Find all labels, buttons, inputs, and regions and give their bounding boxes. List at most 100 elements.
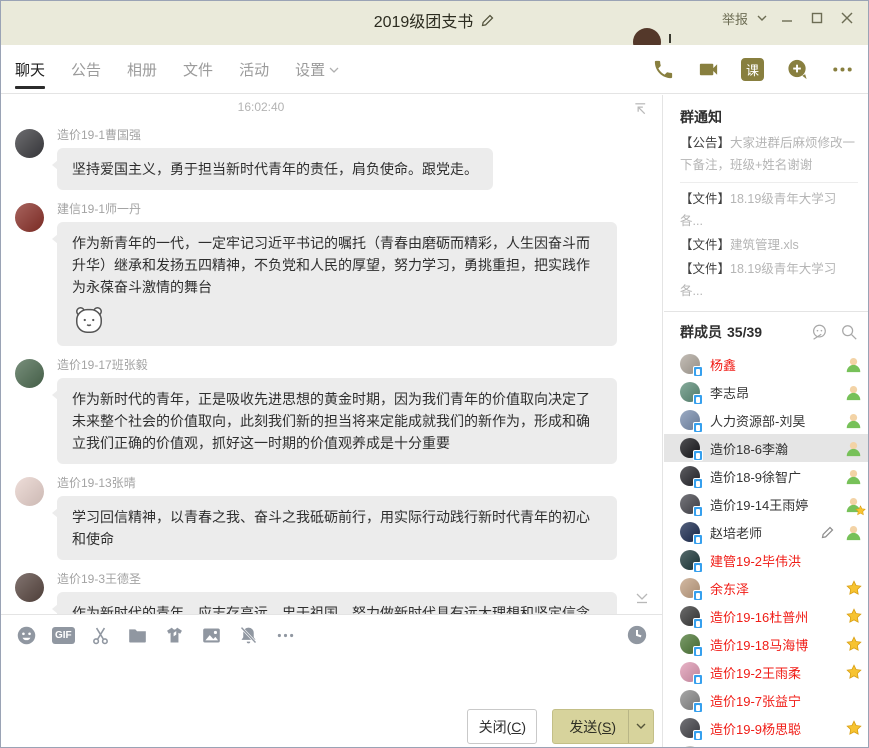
member-name: 造价18-9徐智广 xyxy=(710,467,801,486)
message-input[interactable] xyxy=(1,657,662,712)
bear-sticker xyxy=(72,304,602,336)
more-actions-icon[interactable] xyxy=(830,57,854,81)
member-name: 余东泽 xyxy=(710,579,749,598)
members-count: 35/39 xyxy=(727,324,762,340)
member-row[interactable]: 余东泽 xyxy=(664,574,869,602)
gif-icon[interactable]: GIF xyxy=(52,627,75,644)
member-name: 人力资源部-刘昊 xyxy=(710,411,805,430)
member-row[interactable]: 建管19-2毕伟洪 xyxy=(664,546,869,574)
tabbar: 聊天 公告 相册 文件 活动 设置 课 xyxy=(1,45,868,94)
member-row[interactable]: 人力资源部-刘昊 xyxy=(664,406,869,434)
tab-chat[interactable]: 聊天 xyxy=(15,45,45,93)
member-row[interactable]: 造价19-16杜普州 xyxy=(664,602,869,630)
minimize-button[interactable] xyxy=(774,7,800,29)
member-name: 造价18-6李瀚 xyxy=(710,439,788,458)
image-icon[interactable] xyxy=(201,624,223,646)
chat-message-area[interactable]: 16:02:40 造价19-1曹国强 坚持爱国主义，勇于担当新时代青年的责任，肩… xyxy=(1,95,663,614)
sender-avatar[interactable] xyxy=(15,359,44,388)
member-name: 造价19-18马海博 xyxy=(710,635,808,654)
mobile-online-badge-icon xyxy=(693,590,703,601)
online-person-icon xyxy=(845,440,862,457)
close-button[interactable]: 关闭(C) xyxy=(467,709,537,744)
sender-avatar[interactable] xyxy=(15,129,44,158)
mute-bell-icon[interactable] xyxy=(238,624,260,646)
tab-album[interactable]: 相册 xyxy=(127,45,157,93)
member-row[interactable]: 赵培老师 xyxy=(664,518,869,546)
message-history-icon[interactable] xyxy=(626,624,648,646)
member-avatar xyxy=(680,354,700,374)
chat-message: 造价19-13张晴 学习回信精神，以青春之我、奋斗之我砥砺前行，用实际行动践行新… xyxy=(15,474,662,560)
star-icon xyxy=(846,580,862,596)
star-icon xyxy=(846,608,862,624)
mobile-online-badge-icon xyxy=(693,562,703,573)
scroll-to-top-icon[interactable] xyxy=(633,101,648,116)
report-chevron-icon[interactable] xyxy=(754,7,770,29)
anonymous-chat-icon[interactable] xyxy=(810,323,828,341)
group-notice-title: 群通知 xyxy=(664,95,869,131)
notice-item[interactable]: 【公告】大家进群后麻烦修改一下备注，班级+姓名谢谢 xyxy=(680,131,858,183)
sender-avatar[interactable] xyxy=(15,573,44,602)
member-avatar xyxy=(680,550,700,570)
online-person-icon xyxy=(845,496,862,513)
tab-announcements[interactable]: 公告 xyxy=(71,45,101,93)
sender-name[interactable]: 造价19-13张晴 xyxy=(57,474,617,491)
tab-settings[interactable]: 设置 xyxy=(295,45,339,93)
sender-avatar[interactable] xyxy=(15,203,44,232)
member-row[interactable]: 李志昂 xyxy=(664,378,869,406)
tab-files[interactable]: 文件 xyxy=(183,45,213,93)
more-tools-icon[interactable] xyxy=(275,624,297,646)
mobile-online-badge-icon xyxy=(693,394,703,405)
member-row[interactable]: 陈钰娇 xyxy=(664,742,869,748)
voice-call-icon[interactable] xyxy=(651,57,675,81)
member-row[interactable]: 造价18-9徐智广 xyxy=(664,462,869,490)
member-row[interactable]: 造价19-18马海博 xyxy=(664,630,869,658)
sender-name[interactable]: 造价19-1曹国强 xyxy=(57,126,493,143)
video-call-icon[interactable] xyxy=(696,57,720,81)
edit-title-icon[interactable] xyxy=(480,13,495,28)
screenshot-scissors-icon[interactable] xyxy=(90,624,112,646)
mobile-online-badge-icon xyxy=(693,702,703,713)
sender-name[interactable]: 建信19-1师一丹 xyxy=(57,200,617,217)
member-row[interactable]: 造价19-2王雨柔 xyxy=(664,658,869,686)
file-folder-icon[interactable] xyxy=(127,624,149,646)
mobile-online-badge-icon xyxy=(693,674,703,685)
sender-avatar[interactable] xyxy=(15,477,44,506)
scroll-to-bottom-icon[interactable] xyxy=(634,592,650,606)
message-timestamp: 16:02:40 xyxy=(1,95,521,114)
sender-name[interactable]: 造价19-3王德圣 xyxy=(57,570,617,587)
close-window-button[interactable] xyxy=(834,7,860,29)
member-row[interactable]: 杨鑫 xyxy=(664,350,869,378)
member-row[interactable]: 造价19-7张益宁 xyxy=(664,686,869,714)
mobile-online-badge-icon xyxy=(693,730,703,741)
member-avatar xyxy=(680,410,700,430)
window-title: 2019级团支书 xyxy=(374,8,474,32)
member-row[interactable]: 造价18-6李瀚 xyxy=(664,434,869,462)
send-options-chevron-icon[interactable] xyxy=(628,710,653,743)
member-name: 造价19-9杨思聪 xyxy=(710,719,801,738)
emoji-icon[interactable] xyxy=(15,624,37,646)
search-members-icon[interactable] xyxy=(840,323,858,341)
notice-item[interactable]: 【文件】18.19级青年大学习各... xyxy=(680,257,858,303)
clothes-icon[interactable] xyxy=(164,624,186,646)
online-person-icon xyxy=(845,412,862,429)
message-bubble: 作为新时代的青年，正是吸收先进思想的黄金时期，因为我们青年的价值取向决定了未来整… xyxy=(57,378,617,464)
member-row[interactable]: 造价19-9杨思聪 xyxy=(664,714,869,742)
add-bubble-icon[interactable] xyxy=(785,57,809,81)
online-person-icon xyxy=(845,524,862,541)
notice-item[interactable]: 【文件】建筑管理.xls xyxy=(680,233,858,257)
member-avatar xyxy=(680,578,700,598)
notice-item[interactable]: 【文件】18.19级青年大学习各... xyxy=(680,187,858,233)
tab-activities[interactable]: 活动 xyxy=(239,45,269,93)
send-button[interactable]: 发送(S) xyxy=(552,709,654,744)
message-bubble: 坚持爱国主义，勇于担当新时代青年的责任，肩负使命。跟党走。 xyxy=(57,148,493,190)
mobile-online-badge-icon xyxy=(693,478,703,489)
class-group-icon[interactable]: 课 xyxy=(741,58,764,81)
sender-name[interactable]: 造价19-17班张毅 xyxy=(57,356,617,373)
maximize-button[interactable] xyxy=(804,7,830,29)
mobile-online-badge-icon xyxy=(693,450,703,461)
member-name: 建管19-2毕伟洪 xyxy=(710,551,801,570)
report-button[interactable]: 举报 xyxy=(722,9,748,28)
online-person-icon xyxy=(845,468,862,485)
member-row[interactable]: 造价19-14王雨婷 xyxy=(664,490,869,518)
composer: GIF 关闭(C) xyxy=(1,614,663,748)
